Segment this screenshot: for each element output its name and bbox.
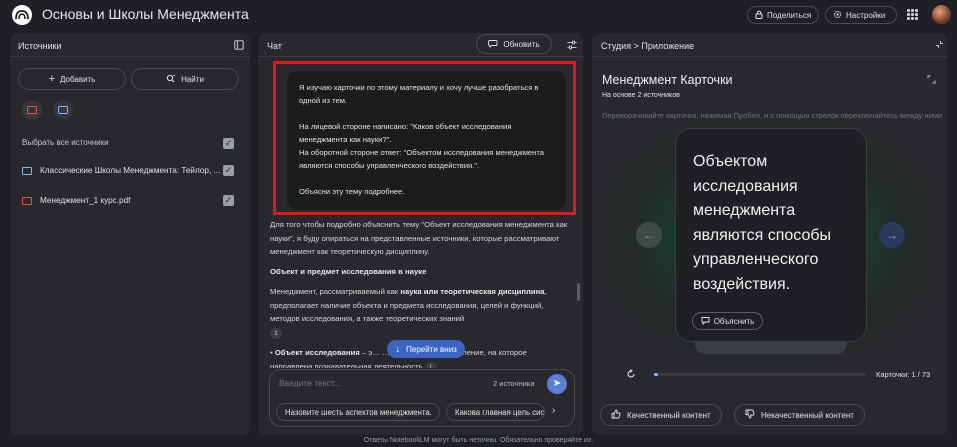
add-source-label: Добавить — [60, 74, 96, 84]
go-down-label: Перейти вниз — [406, 344, 457, 354]
response-paragraph: Менеджмент, рассматриваемый как наука ил… — [270, 285, 570, 339]
response-text: Менеджмент, рассматриваемый как — [270, 287, 401, 296]
source-label: Менеджмент_1 курс.pdf — [40, 196, 131, 205]
source-checkbox[interactable]: ✓ — [223, 165, 234, 176]
source-item[interactable]: Классические Школы Менеджмента: Тейлор, … — [22, 166, 220, 175]
card-counter: Карточки: 1 / 73 — [876, 370, 931, 379]
find-sources-label: Найти — [181, 74, 204, 84]
explain-label: Объяснить — [713, 316, 755, 326]
fullscreen-icon[interactable] — [927, 75, 936, 86]
search-sparkle-icon — [166, 73, 176, 85]
thumbs-up-icon — [611, 409, 621, 421]
divider — [592, 56, 947, 57]
studio-subtitle: На основе 2 источников — [602, 92, 680, 99]
divider — [258, 56, 583, 57]
sources-panel: Источники + Добавить Найти Выбрать все и… — [10, 33, 250, 435]
source-label: Классические Школы Менеджмента: Тейлор, … — [40, 166, 221, 175]
source-checkbox[interactable]: ✓ — [223, 195, 234, 206]
next-card-button[interactable]: → — [879, 222, 905, 248]
disclaimer-footer: Ответы NotebookLM могут быть неточны. Об… — [363, 437, 594, 444]
response-heading: Объект и предмет исследования в науке — [270, 267, 427, 276]
collapse-icon[interactable] — [935, 40, 944, 51]
plus-icon: + — [48, 73, 56, 85]
find-sources-button[interactable]: Найти — [131, 68, 239, 90]
card-progress-bar[interactable] — [654, 373, 866, 376]
app-header: Основы и Школы Менеджмента Поделиться На… — [0, 0, 957, 30]
breadcrumb-separator: > — [633, 41, 639, 51]
good-content-label: Качественный контент — [627, 410, 711, 420]
suggestion-chip[interactable]: Какова главная цель систе — [446, 403, 545, 421]
breadcrumb-studio[interactable]: Студия — [601, 41, 631, 51]
notebook-title[interactable]: Основы и Школы Менеджмента — [42, 6, 249, 22]
refresh-button[interactable]: Обновить — [476, 34, 552, 54]
arrow-down-icon: ↓ — [395, 343, 401, 355]
source-item[interactable]: Менеджмент_1 курс.pdf — [22, 196, 130, 205]
lock-icon — [755, 10, 763, 21]
apps-grid-icon[interactable] — [907, 9, 918, 20]
source-count: 2 источника — [493, 379, 535, 388]
arrow-left-icon: ← — [643, 228, 655, 242]
divider — [10, 56, 250, 57]
tune-icon[interactable] — [567, 40, 577, 52]
chat-scrollbar[interactable] — [577, 283, 580, 301]
card-stack-edge — [695, 340, 847, 354]
pdf-filter-icon[interactable] — [22, 100, 42, 120]
arrow-right-icon: → — [886, 228, 898, 242]
citation-badge[interactable]: 1 — [270, 327, 282, 339]
studio-title: Менеджмент Карточки — [602, 73, 733, 87]
explain-icon — [701, 316, 710, 327]
breadcrumb: Студия > Приложение — [601, 41, 694, 51]
settings-button[interactable]: Настройки — [825, 6, 897, 24]
refresh-icon — [488, 39, 498, 50]
good-content-button[interactable]: Качественный контент — [600, 404, 722, 426]
doc-filter-icon[interactable] — [53, 100, 73, 120]
response-bold-text: Объект исследования — [274, 348, 360, 357]
restart-icon[interactable] — [626, 369, 636, 381]
avatar[interactable] — [932, 5, 951, 24]
explain-button[interactable]: Объяснить — [692, 312, 763, 330]
flashcard-text: Объектом исследования менеджмента являют… — [693, 153, 832, 293]
doc-icon — [22, 166, 32, 175]
sources-title: Источники — [18, 41, 62, 51]
chat-title: Чат — [267, 41, 282, 51]
highlight-annotation-box — [273, 61, 576, 215]
chat-input[interactable] — [279, 375, 479, 391]
refresh-label: Обновить — [503, 39, 540, 49]
share-button[interactable]: Поделиться — [747, 6, 819, 24]
add-source-button[interactable]: + Добавить — [18, 68, 126, 90]
share-label: Поделиться — [767, 10, 812, 20]
gear-icon — [833, 10, 842, 21]
bad-content-button[interactable]: Некачественный контент — [734, 404, 865, 426]
select-all-label: Выбрать все источники — [22, 138, 109, 147]
pdf-icon — [22, 196, 32, 205]
card-progress-fill — [654, 373, 659, 376]
send-button[interactable]: ➤ — [547, 374, 567, 394]
notebooklm-logo-icon[interactable] — [12, 5, 32, 25]
arrow-right-icon: ➤ — [552, 378, 562, 389]
collapse-panel-icon[interactable] — [234, 40, 244, 52]
response-intro: Для того чтобы подробно объяснить тему "… — [270, 220, 568, 256]
go-down-button[interactable]: ↓ Перейти вниз — [387, 340, 465, 358]
citation-badge[interactable]: 1 — [424, 361, 437, 368]
bad-content-label: Некачественный контент — [761, 410, 854, 420]
previous-card-button[interactable]: ← — [636, 222, 662, 248]
chevron-right-icon[interactable]: › — [552, 405, 555, 416]
response-bold-text: наука или теоретическая дисциплина — [400, 287, 545, 296]
suggestion-chip[interactable]: Назовите шесть аспектов менеджмента. — [276, 403, 440, 421]
breadcrumb-app: Приложение — [641, 41, 695, 51]
thumbs-down-icon — [745, 409, 755, 421]
select-all-checkbox[interactable]: ✓ — [223, 138, 234, 149]
settings-label: Настройки — [846, 10, 886, 20]
